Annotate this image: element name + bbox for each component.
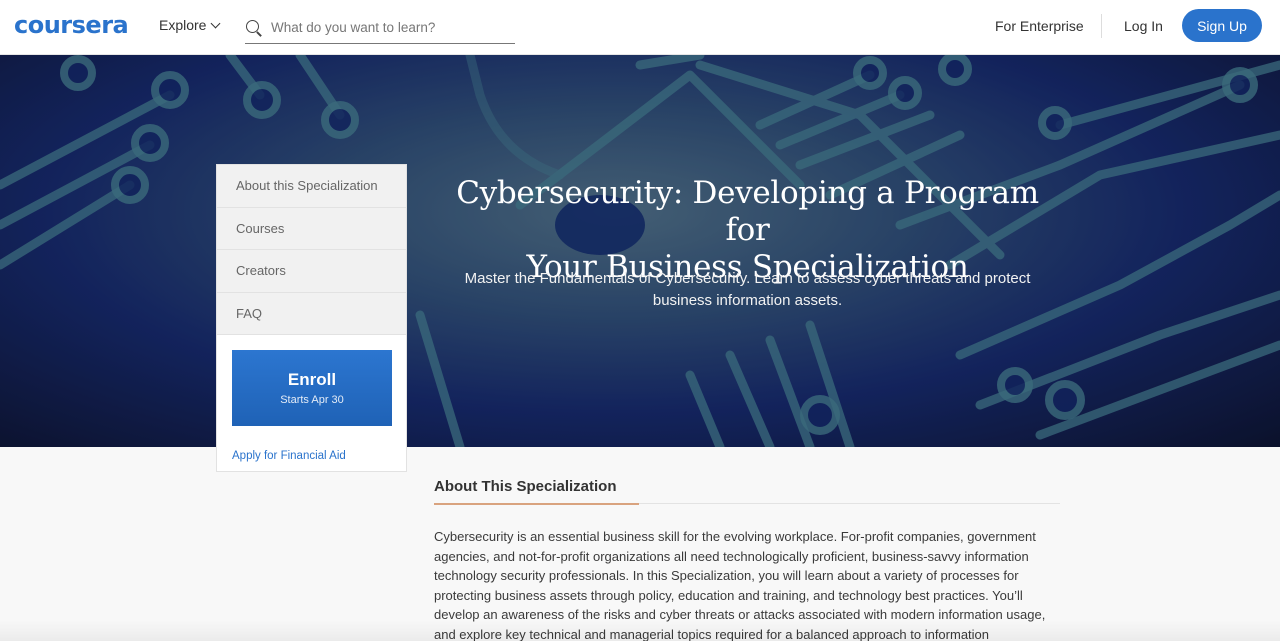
enroll-button[interactable]: Enroll Starts Apr 30 — [232, 350, 392, 426]
specialization-subtitle: Master the Fundamentals of Cybersecurity… — [464, 270, 1031, 309]
coursera-logo[interactable]: coursera — [14, 11, 129, 39]
nav-divider — [1101, 14, 1102, 38]
search-input[interactable] — [271, 20, 511, 35]
chevron-down-icon — [211, 18, 221, 28]
for-enterprise-link[interactable]: For Enterprise — [995, 18, 1084, 34]
sidenav-item-creators[interactable]: Creators — [217, 250, 406, 293]
search-bar — [245, 12, 515, 44]
login-link[interactable]: Log In — [1124, 18, 1163, 34]
title-line-1: Cybersecurity: Developing a Program for — [456, 175, 1039, 248]
section-divider-accent — [434, 503, 639, 505]
enroll-start-date: Starts Apr 30 — [280, 394, 344, 406]
sidenav-item-faq[interactable]: FAQ — [217, 292, 406, 335]
bottom-shadow — [0, 620, 1280, 641]
explore-menu-button[interactable]: Explore — [159, 17, 221, 33]
side-navigation-card: About this Specialization Courses Creato… — [216, 164, 407, 472]
financial-aid-link[interactable]: Apply for Financial Aid — [232, 450, 346, 462]
explore-label: Explore — [159, 17, 207, 33]
search-icon[interactable] — [245, 19, 263, 37]
hero-banner: Cybersecurity: Developing a Program for … — [0, 55, 1280, 447]
about-section-heading: About This Specialization — [434, 478, 617, 495]
top-nav-bar: coursera Explore For Enterprise Log In S… — [0, 0, 1280, 55]
sidenav-item-about[interactable]: About this Specialization — [217, 165, 406, 208]
sidenav-item-courses[interactable]: Courses — [217, 207, 406, 250]
signup-button[interactable]: Sign Up — [1182, 9, 1262, 42]
enroll-label: Enroll — [287, 370, 337, 389]
